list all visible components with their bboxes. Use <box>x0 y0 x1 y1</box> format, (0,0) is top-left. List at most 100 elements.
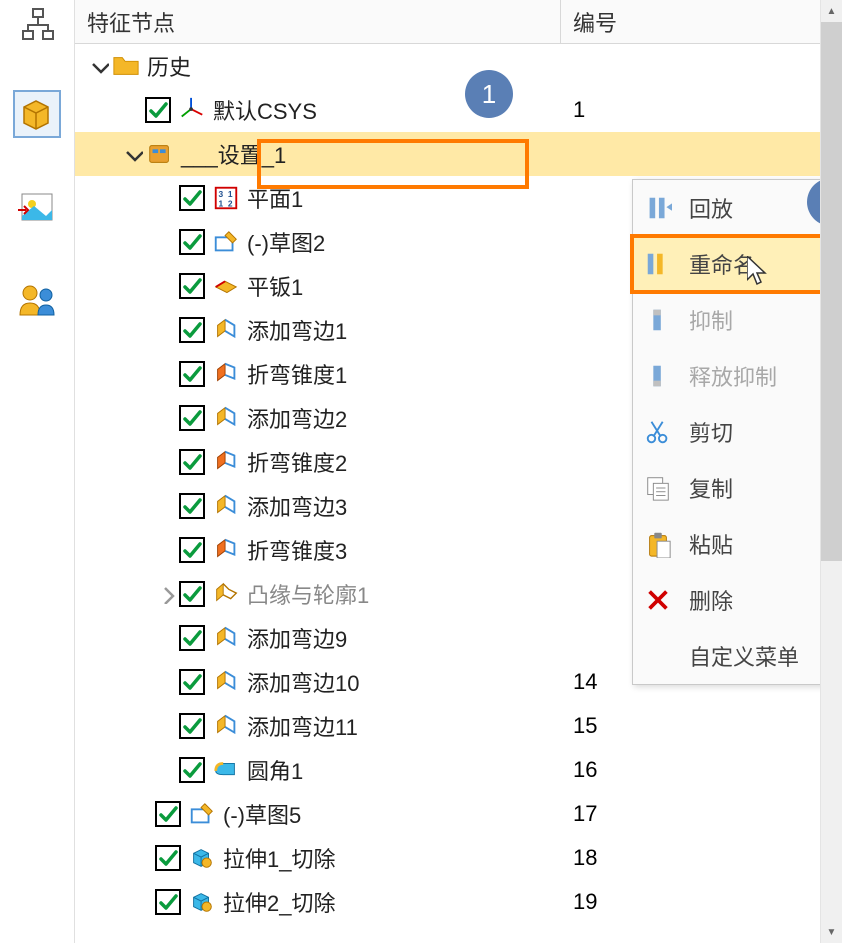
header-number[interactable]: 编号 <box>560 0 842 43</box>
menu-item-cut[interactable]: 剪切 <box>633 404 842 460</box>
tree-row[interactable]: 拉伸2_切除 19 <box>75 880 842 924</box>
visibility-checkbox[interactable] <box>155 889 181 915</box>
menu-item-playback[interactable]: 回放 <box>633 180 842 236</box>
node-number: 18 <box>560 836 842 880</box>
menu-item-delete[interactable]: 删除 <box>633 572 842 628</box>
node-label: 添加弯边1 <box>247 314 347 346</box>
tree-row[interactable]: ___设置_1 <box>75 132 842 176</box>
bend-icon <box>211 623 241 653</box>
menu-label: 粘贴 <box>689 528 733 560</box>
sketch-icon <box>211 227 241 257</box>
scroll-track[interactable] <box>821 22 842 921</box>
copy-icon <box>643 473 673 503</box>
bend-icon <box>211 667 241 697</box>
menu-label: 回放 <box>689 192 733 224</box>
bend-icon <box>211 315 241 345</box>
menu-item-paste[interactable]: 粘贴 <box>633 516 842 572</box>
visibility-checkbox[interactable] <box>179 625 205 651</box>
main-panel: 特征节点 编号 历史默认CSYS1___设置_1 平面1 (-)草图2 平钣1 添加弯边… <box>75 0 842 943</box>
node-label: 折弯锥度3 <box>247 534 347 566</box>
menu-label: 剪切 <box>689 416 733 448</box>
paste-icon <box>643 529 673 559</box>
visibility-checkbox[interactable] <box>179 449 205 475</box>
visibility-checkbox[interactable] <box>179 317 205 343</box>
visibility-checkbox[interactable] <box>179 493 205 519</box>
node-number: 15 <box>560 704 842 748</box>
header-feature-node[interactable]: 特征节点 <box>75 0 560 43</box>
folder-icon <box>111 51 141 81</box>
visibility-checkbox[interactable] <box>179 361 205 387</box>
node-label: 添加弯边2 <box>247 402 347 434</box>
blank-icon <box>643 641 673 671</box>
tree-row[interactable]: 历史 <box>75 44 842 88</box>
menu-item-copy[interactable]: 复制 <box>633 460 842 516</box>
menu-label: 抑制 <box>689 304 733 336</box>
visibility-checkbox[interactable] <box>179 757 205 783</box>
node-label: 平面1 <box>247 182 303 214</box>
node-number: 17 <box>560 792 842 836</box>
visibility-checkbox[interactable] <box>179 713 205 739</box>
node-number: 19 <box>560 880 842 924</box>
flat-icon <box>211 271 241 301</box>
cube-icon[interactable] <box>13 90 61 138</box>
vertical-scrollbar[interactable]: ▲ ▼ <box>820 0 842 943</box>
menu-label: 复制 <box>689 472 733 504</box>
node-label: (-)草图2 <box>247 226 325 258</box>
taper-icon <box>211 535 241 565</box>
taper-icon <box>211 359 241 389</box>
tree-row[interactable]: (-)草图517 <box>75 792 842 836</box>
visibility-checkbox[interactable] <box>179 185 205 211</box>
bend-icon <box>211 491 241 521</box>
playback-icon <box>643 193 673 223</box>
settings-icon <box>145 139 175 169</box>
tree-row[interactable]: 添加弯边1115 <box>75 704 842 748</box>
node-label: 默认CSYS <box>213 94 317 126</box>
csys-icon <box>177 95 207 125</box>
hierarchy-icon[interactable] <box>0 0 74 45</box>
tree-header: 特征节点 编号 <box>75 0 842 44</box>
node-label: 拉伸2_切除 <box>223 886 335 918</box>
tree-row[interactable]: 拉伸1_切除18 <box>75 836 842 880</box>
visibility-checkbox[interactable] <box>179 669 205 695</box>
node-number <box>560 44 842 88</box>
release-icon <box>643 361 673 391</box>
menu-item-release: 释放抑制 <box>633 348 842 404</box>
node-number: 16 <box>560 748 842 792</box>
context-menu: 回放重命名抑制释放抑制剪切复制粘贴删除自定义菜单 <box>632 179 842 685</box>
visibility-checkbox[interactable] <box>179 581 205 607</box>
node-label: 折弯锥度2 <box>247 446 347 478</box>
scroll-thumb[interactable] <box>821 22 842 561</box>
visibility-checkbox[interactable] <box>179 229 205 255</box>
node-number <box>560 132 842 176</box>
scroll-down-button[interactable]: ▼ <box>821 921 842 943</box>
visibility-checkbox[interactable] <box>145 97 171 123</box>
node-label: 历史 <box>147 50 191 82</box>
expander-icon[interactable] <box>121 142 145 166</box>
bend-icon <box>211 403 241 433</box>
scroll-up-button[interactable]: ▲ <box>821 0 842 22</box>
suppress-icon <box>643 305 673 335</box>
expander-icon[interactable] <box>87 54 111 78</box>
node-label: 平钣1 <box>247 270 303 302</box>
tree-row[interactable]: 圆角1 16 <box>75 748 842 792</box>
icon-sidebar <box>0 0 75 943</box>
extrude-icon <box>187 843 217 873</box>
node-label: 圆角1 <box>247 754 303 786</box>
menu-item-rename[interactable]: 重命名 <box>633 236 842 292</box>
plane-icon <box>211 183 241 213</box>
menu-item-custom[interactable]: 自定义菜单 <box>633 628 842 684</box>
visibility-checkbox[interactable] <box>179 273 205 299</box>
visibility-checkbox[interactable] <box>179 537 205 563</box>
menu-label: 释放抑制 <box>689 360 777 392</box>
visibility-checkbox[interactable] <box>179 405 205 431</box>
tree-row[interactable]: 默认CSYS1 <box>75 88 842 132</box>
extrude-icon <box>187 887 217 917</box>
visibility-checkbox[interactable] <box>155 845 181 871</box>
menu-label: 自定义菜单 <box>689 640 799 672</box>
cut-icon <box>643 417 673 447</box>
visibility-checkbox[interactable] <box>155 801 181 827</box>
taper-icon <box>211 447 241 477</box>
people-icon[interactable] <box>13 276 61 324</box>
expander-icon[interactable] <box>155 582 179 606</box>
image-icon[interactable] <box>13 183 61 231</box>
